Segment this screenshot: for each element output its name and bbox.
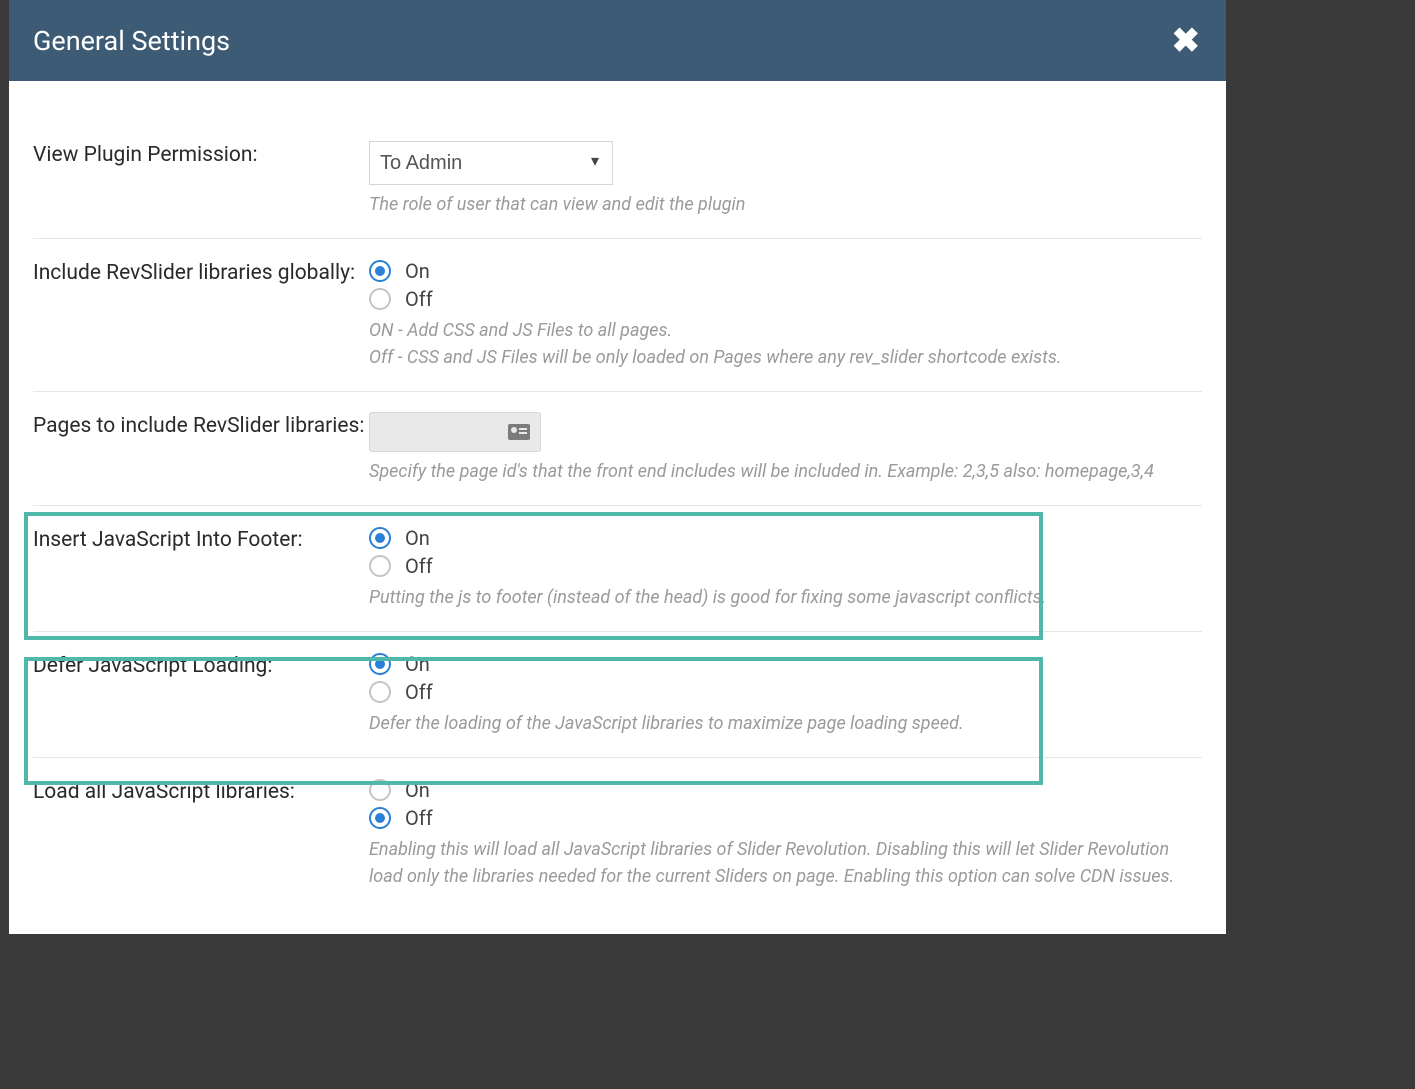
row-view-plugin-permission: View Plugin Permission: To Admin The rol…	[33, 141, 1202, 239]
modal-title: General Settings	[33, 25, 230, 57]
row-load-all-js: Load all JavaScript libraries: On Off En…	[33, 758, 1202, 910]
radio-footer-off-label: Off	[405, 554, 433, 578]
label-load-all-js: Load all JavaScript libraries:	[33, 778, 369, 890]
radio-loadall-on-line: On	[369, 778, 1202, 802]
help-permission: The role of user that can view and edit …	[369, 191, 1202, 218]
label-include-globally: Include RevSlider libraries globally:	[33, 259, 369, 371]
label-pages-include: Pages to include RevSlider libraries:	[33, 412, 369, 485]
radio-globally-off-label: Off	[405, 287, 433, 311]
help-pages-include: Specify the page id's that the front end…	[369, 458, 1202, 485]
help-js-footer: Putting the js to footer (instead of the…	[369, 584, 1202, 611]
row-defer-js: Defer JavaScript Loading: On Off Defer t…	[33, 632, 1202, 758]
radio-defer-on-line: On	[369, 652, 1202, 676]
help-load-all-js: Enabling this will load all JavaScript l…	[369, 836, 1202, 890]
radio-globally-off-line: Off	[369, 287, 1202, 311]
general-settings-modal: General Settings ✖ View Plugin Permissio…	[9, 0, 1226, 934]
radio-defer-off-label: Off	[405, 680, 433, 704]
row-pages-include: Pages to include RevSlider libraries: Sp…	[33, 392, 1202, 506]
permission-select-wrap: To Admin	[369, 141, 613, 185]
help-globally-1: ON - Add CSS and JS Files to all pages.	[369, 317, 1202, 344]
radio-footer-on-line: On	[369, 526, 1202, 550]
radio-footer-on[interactable]	[369, 527, 391, 549]
radio-loadall-off-line: Off	[369, 806, 1202, 830]
row-js-footer: Insert JavaScript Into Footer: On Off Pu…	[33, 506, 1202, 632]
permission-select[interactable]: To Admin	[369, 141, 613, 185]
close-icon[interactable]: ✖	[1172, 24, 1201, 58]
radio-footer-off-line: Off	[369, 554, 1202, 578]
radio-globally-on[interactable]	[369, 260, 391, 282]
radio-defer-on[interactable]	[369, 653, 391, 675]
radio-globally-on-label: On	[405, 259, 430, 283]
help-defer-js: Defer the loading of the JavaScript libr…	[369, 710, 1202, 737]
radio-loadall-off[interactable]	[369, 807, 391, 829]
row-include-globally: Include RevSlider libraries globally: On…	[33, 239, 1202, 392]
pages-include-input[interactable]	[369, 412, 541, 452]
radio-defer-off[interactable]	[369, 681, 391, 703]
radio-defer-on-label: On	[405, 652, 430, 676]
label-js-footer: Insert JavaScript Into Footer:	[33, 526, 369, 611]
help-globally-2: Off - CSS and JS Files will be only load…	[369, 344, 1202, 371]
label-defer-js: Defer JavaScript Loading:	[33, 652, 369, 737]
radio-globally-on-line: On	[369, 259, 1202, 283]
radio-defer-off-line: Off	[369, 680, 1202, 704]
radio-footer-on-label: On	[405, 526, 430, 550]
radio-globally-off[interactable]	[369, 288, 391, 310]
radio-loadall-on-label: On	[405, 778, 430, 802]
radio-footer-off[interactable]	[369, 555, 391, 577]
id-card-icon	[508, 424, 530, 440]
label-view-permission: View Plugin Permission:	[33, 141, 369, 218]
modal-header: General Settings ✖	[9, 0, 1226, 81]
radio-loadall-on[interactable]	[369, 779, 391, 801]
modal-body: View Plugin Permission: To Admin The rol…	[9, 81, 1226, 934]
radio-loadall-off-label: Off	[405, 806, 433, 830]
